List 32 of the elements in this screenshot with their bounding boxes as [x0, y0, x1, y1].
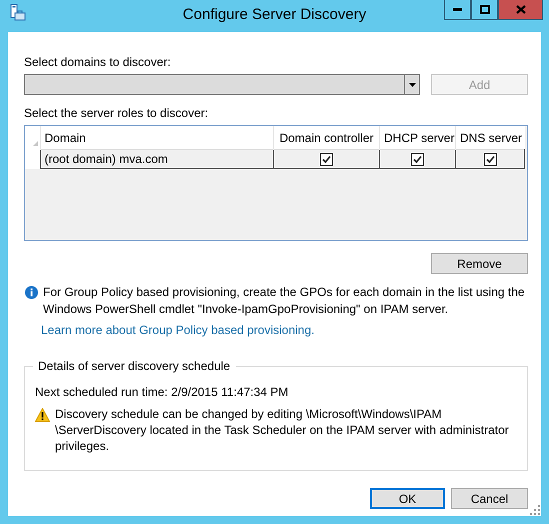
column-header[interactable]: DNS server	[456, 126, 524, 150]
server-app-icon	[10, 4, 26, 22]
field-label: Select the server roles to discover:	[24, 106, 210, 120]
warning-message: Discovery schedule can be changed by editing \Microsoft\Windows\IPAM \ServerDiscovery located in the Task Scheduler on the IPAM server with administrator privileges.	[55, 406, 510, 454]
column-header[interactable]: Domain controller	[274, 126, 380, 150]
sort-corner-icon	[33, 140, 38, 146]
remove-button[interactable]: Remove	[431, 253, 528, 274]
next-run-time: Next scheduled run time: 2/9/2015 11:47:34 PM	[35, 385, 290, 399]
cancel-button[interactable]: Cancel	[451, 488, 528, 509]
info-icon	[25, 286, 38, 299]
role-checkbox[interactable]	[411, 153, 424, 166]
resize-grip-icon[interactable]	[530, 505, 540, 515]
role-checkbox[interactable]	[320, 153, 333, 166]
maximize-button[interactable]	[471, 0, 498, 20]
domain-dropdown[interactable]	[24, 74, 420, 95]
close-button[interactable]	[498, 0, 543, 20]
domain-cell: (root domain) mva.com	[40, 150, 274, 168]
minimize-button[interactable]	[444, 0, 471, 20]
info-message: For Group Policy based provisioning, create the GPOs for each domain in the list using the Windows PowerShell cmdlet "Invoke-IpamGpoProvisioning" on IPAM server.	[43, 284, 526, 318]
role-checkbox[interactable]	[484, 153, 496, 166]
group-title: Details of server discovery schedule	[33, 359, 236, 373]
column-header[interactable]: DHCP server	[380, 126, 456, 150]
column-header[interactable]: Domain	[40, 126, 274, 150]
warning-icon	[35, 408, 50, 422]
field-label: Select domains to discover:	[24, 55, 172, 69]
minimize-icon	[453, 8, 462, 11]
ok-button[interactable]: OK	[370, 488, 445, 509]
close-icon	[516, 5, 526, 14]
window-title: Configure Server Discovery	[182, 6, 366, 23]
maximize-icon	[480, 5, 490, 14]
caret-icon	[408, 82, 416, 86]
help-link[interactable]: Learn more about Group Policy based provisioning.	[41, 323, 314, 337]
